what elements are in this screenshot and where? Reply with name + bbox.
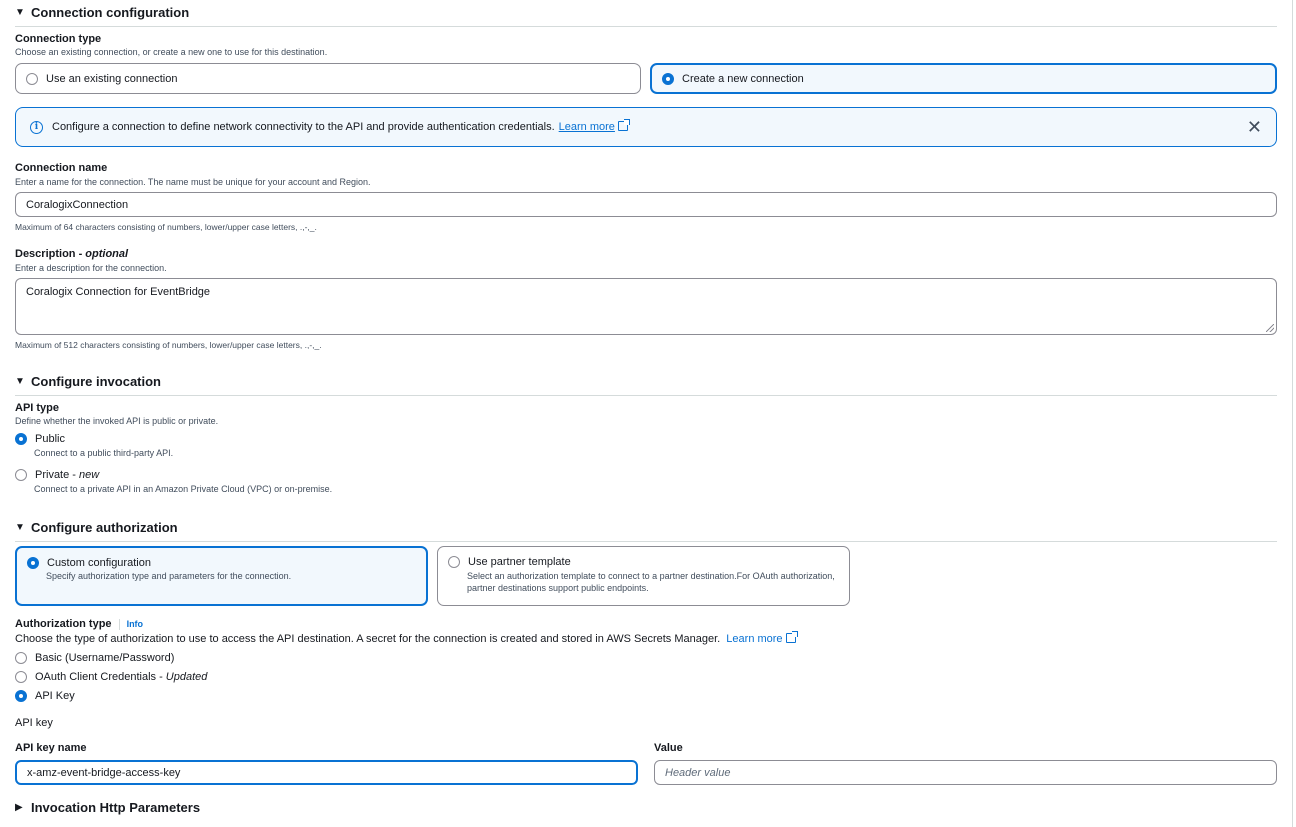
- resize-handle-icon[interactable]: [1266, 324, 1274, 332]
- divider: [118, 618, 120, 630]
- description-hint: Maximum of 512 characters consisting of …: [15, 340, 322, 350]
- radio-public[interactable]: [15, 433, 27, 445]
- private-description: Connect to a private API in an Amazon Pr…: [34, 484, 333, 494]
- description-label-text: Description -: [15, 248, 86, 260]
- basic-label: Basic (Username/Password): [35, 652, 175, 664]
- partner-template-label: Use partner template: [468, 556, 571, 568]
- section-title: Connection configuration: [31, 5, 190, 20]
- api-type-private-option[interactable]: Private - new: [15, 469, 99, 481]
- api-key-heading: API key: [15, 717, 53, 729]
- private-label: Private -: [35, 469, 76, 481]
- description-label: Description - optional: [15, 248, 128, 260]
- section-title: Configure authorization: [31, 520, 178, 535]
- oauth-label: OAuth Client Credentials -: [35, 671, 163, 683]
- api-type-description: Define whether the invoked API is public…: [15, 416, 219, 426]
- create-new-connection-tile[interactable]: Create a new connection: [650, 63, 1277, 94]
- custom-configuration-label: Custom configuration: [47, 557, 151, 569]
- create-new-label: Create a new connection: [682, 72, 804, 85]
- scrollbar-track[interactable]: [1292, 0, 1293, 827]
- public-label: Public: [35, 433, 65, 445]
- custom-configuration-tile[interactable]: Custom configuration Specify authorizati…: [15, 546, 428, 606]
- info-link[interactable]: Info: [127, 619, 144, 629]
- api-key-name-input[interactable]: x-amz-event-bridge-access-key: [15, 760, 638, 785]
- value-placeholder: Header value: [665, 766, 731, 779]
- connection-type-label: Connection type: [15, 33, 102, 45]
- info-banner: i Configure a connection to define netwo…: [15, 107, 1277, 147]
- partner-template-description: Select an authorization template to conn…: [467, 571, 835, 593]
- radio-use-existing[interactable]: [26, 72, 38, 85]
- radio-oauth[interactable]: [15, 671, 27, 683]
- oauth-updated-tag: Updated: [165, 671, 208, 683]
- external-link-icon: [785, 631, 798, 643]
- private-new-tag: new: [78, 469, 100, 481]
- connection-name-input[interactable]: CoralogixConnection: [15, 192, 1277, 217]
- caret-down-icon[interactable]: ▼: [15, 6, 31, 19]
- authorization-type-label: Authorization type: [15, 618, 112, 630]
- authorization-type-description: Choose the type of authorization to use …: [15, 631, 798, 645]
- partner-template-tile[interactable]: Use partner template Select an authoriza…: [437, 546, 850, 606]
- banner-text: Configure a connection to define network…: [52, 121, 555, 133]
- banner-learn-more-text[interactable]: Learn more: [559, 121, 615, 133]
- section-title: Configure invocation: [31, 374, 161, 389]
- radio-basic[interactable]: [15, 652, 27, 664]
- authorization-type-description-text: Choose the type of authorization to use …: [15, 633, 721, 645]
- banner-learn-more-link[interactable]: Learn more: [559, 119, 630, 133]
- custom-configuration-description: Specify authorization type and parameter…: [46, 571, 292, 581]
- connection-name-description: Enter a name for the connection. The nam…: [15, 177, 371, 187]
- radio-partner-template[interactable]: [448, 556, 460, 568]
- close-icon[interactable]: ✕: [1247, 117, 1262, 137]
- api-key-option-label: API Key: [35, 690, 75, 702]
- use-existing-connection-tile[interactable]: Use an existing connection: [15, 63, 641, 94]
- section-connection-configuration[interactable]: ▼ Connection configuration: [15, 5, 1277, 27]
- connection-name-hint: Maximum of 64 characters consisting of n…: [15, 222, 317, 232]
- description-description: Enter a description for the connection.: [15, 263, 167, 273]
- api-type-public-option[interactable]: Public: [15, 433, 65, 445]
- caret-down-icon[interactable]: ▼: [15, 375, 31, 388]
- connection-type-description: Choose an existing connection, or create…: [15, 47, 328, 57]
- radio-create-new[interactable]: [662, 72, 674, 85]
- radio-custom-configuration[interactable]: [27, 557, 39, 569]
- section-invocation-http-parameters[interactable]: ▶ Invocation Http Parameters: [15, 800, 200, 815]
- api-type-label: API type: [15, 402, 60, 414]
- public-description: Connect to a public third-party API.: [34, 448, 174, 458]
- description-value: Coralogix Connection for EventBridge: [26, 286, 211, 298]
- radio-api-key[interactable]: [15, 690, 27, 702]
- value-label: Value: [654, 742, 683, 754]
- section-title: Invocation Http Parameters: [31, 800, 201, 815]
- auth-learn-more-link[interactable]: Learn more: [726, 631, 798, 645]
- optional-text: optional: [85, 248, 129, 260]
- external-link-icon: [617, 119, 630, 131]
- caret-right-icon[interactable]: ▶: [15, 802, 31, 813]
- auth-learn-more-text[interactable]: Learn more: [726, 633, 782, 645]
- caret-down-icon[interactable]: ▼: [15, 521, 31, 534]
- auth-oauth-option[interactable]: OAuth Client Credentials - Updated: [15, 671, 207, 683]
- section-configure-invocation[interactable]: ▼ Configure invocation: [15, 374, 1277, 396]
- auth-api-key-option[interactable]: API Key: [15, 690, 75, 702]
- use-existing-label: Use an existing connection: [46, 72, 178, 85]
- section-configure-authorization[interactable]: ▼ Configure authorization: [15, 520, 1277, 542]
- connection-name-label: Connection name: [15, 162, 108, 174]
- api-key-value-input[interactable]: Header value: [654, 760, 1277, 785]
- auth-basic-option[interactable]: Basic (Username/Password): [15, 652, 174, 664]
- description-textarea[interactable]: Coralogix Connection for EventBridge: [15, 278, 1277, 335]
- api-key-name-label: API key name: [15, 742, 87, 754]
- info-icon: i: [30, 120, 43, 134]
- radio-private[interactable]: [15, 469, 27, 481]
- authorization-type-header: Authorization type Info: [15, 618, 143, 630]
